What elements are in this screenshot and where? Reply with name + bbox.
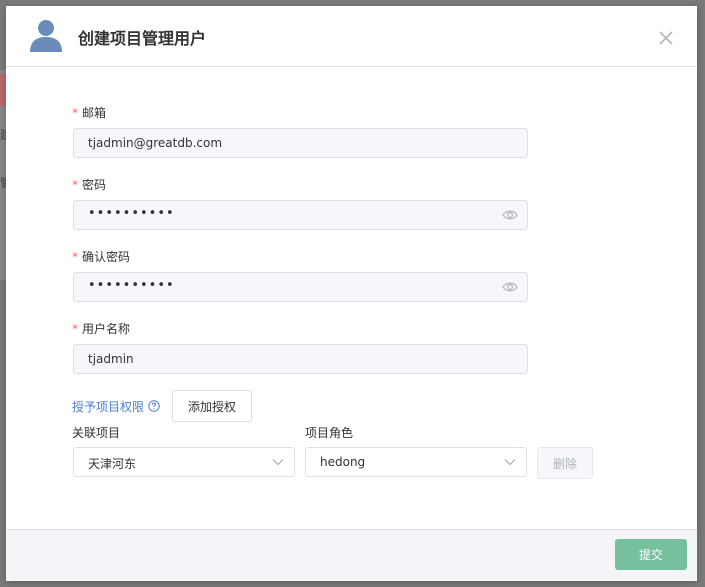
add-grant-button[interactable]: 添加授权 — [172, 390, 252, 422]
question-icon[interactable] — [148, 400, 160, 412]
submit-button[interactable]: 提交 — [615, 539, 687, 570]
password-value: •••••••••• — [88, 206, 175, 221]
dialog-header: 创建项目管理用户 — [6, 6, 697, 67]
password-field[interactable]: •••••••••• — [73, 200, 528, 230]
username-label-text: 用户名称 — [82, 322, 131, 336]
project-label: 关联项目 — [72, 426, 121, 440]
role-label: 项目角色 — [305, 426, 354, 440]
project-select-value: 天津河东 — [88, 457, 137, 471]
confirm-password-value: •••••••••• — [88, 278, 175, 293]
chevron-down-icon — [504, 459, 516, 466]
confirm-password-label: * 确认密码 — [72, 248, 130, 265]
dialog-footer: 提交 — [6, 529, 697, 581]
eye-icon[interactable] — [502, 208, 518, 222]
email-field[interactable]: tjadmin@greatdb.com — [73, 128, 528, 158]
confirm-password-label-text: 确认密码 — [82, 250, 131, 264]
user-icon — [30, 20, 62, 52]
chevron-down-icon — [272, 459, 284, 466]
project-select[interactable]: 天津河东 — [73, 447, 295, 477]
email-label-text: 邮箱 — [82, 106, 107, 120]
password-label-text: 密码 — [82, 178, 107, 192]
role-select[interactable]: hedong — [305, 447, 527, 477]
eye-icon[interactable] — [502, 280, 518, 294]
username-value: tjadmin — [88, 352, 134, 366]
required-mark: * — [72, 250, 78, 264]
email-label: * 邮箱 — [72, 104, 106, 121]
username-label: * 用户名称 — [72, 320, 130, 337]
role-select-value: hedong — [320, 455, 366, 469]
dialog-title: 创建项目管理用户 — [78, 29, 207, 48]
delete-grant-button[interactable]: 删除 — [537, 447, 593, 479]
confirm-password-field[interactable]: •••••••••• — [73, 272, 528, 302]
email-value: tjadmin@greatdb.com — [88, 136, 223, 150]
required-mark: * — [72, 106, 78, 120]
password-label: * 密码 — [72, 176, 106, 193]
username-field[interactable]: tjadmin — [73, 344, 528, 374]
required-mark: * — [72, 178, 78, 192]
required-mark: * — [72, 322, 78, 336]
close-icon[interactable] — [656, 28, 676, 48]
grant-permission-link[interactable]: 授予项目权限 — [72, 398, 144, 415]
create-user-dialog: 创建项目管理用户 * 邮箱 tjadmin@greatdb.com * 密码 •••… — [6, 6, 697, 581]
